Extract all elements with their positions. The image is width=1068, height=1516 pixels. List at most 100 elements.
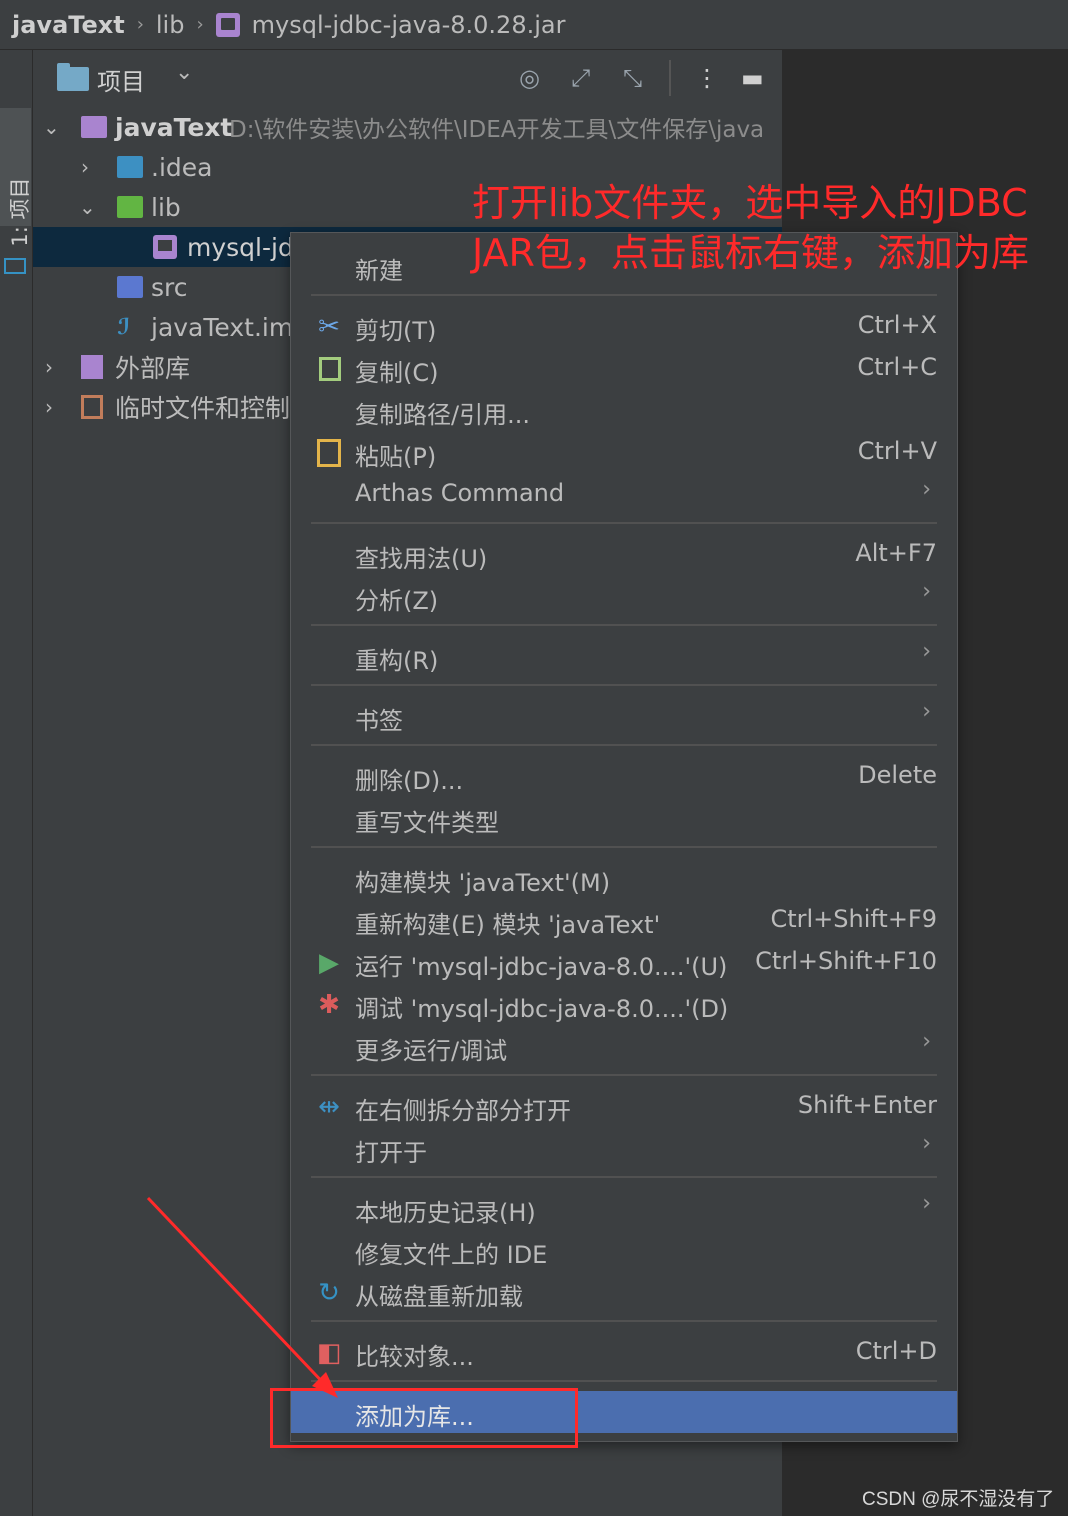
jar-icon bbox=[153, 235, 177, 259]
menu-label: 比较对象... bbox=[355, 1343, 474, 1371]
menu-item-repair-ide[interactable]: 修复文件上的 IDE bbox=[291, 1229, 957, 1271]
menu-label: 从磁盘重新加载 bbox=[355, 1283, 523, 1311]
target-icon[interactable]: ◎ bbox=[519, 64, 540, 92]
collapse-icon[interactable]: ⤡ bbox=[623, 64, 642, 92]
chevron-right-icon[interactable]: › bbox=[45, 395, 53, 419]
menu-separator bbox=[311, 294, 937, 296]
menu-label: 分析(Z) bbox=[355, 587, 439, 615]
menu-label: 重新构建(E) 模块 'javaText' bbox=[355, 911, 661, 939]
menu-separator bbox=[311, 684, 937, 686]
menu-item-arthas[interactable]: Arthas Command › bbox=[291, 473, 957, 515]
idea-folder-icon bbox=[117, 156, 143, 178]
library-folder-icon bbox=[117, 196, 143, 218]
breadcrumb-project[interactable]: javaText bbox=[12, 11, 125, 39]
monitor-icon bbox=[4, 258, 26, 274]
menu-item-more-run[interactable]: 更多运行/调试 › bbox=[291, 1025, 957, 1067]
menu-label: 新建 bbox=[355, 257, 403, 285]
menu-item-analyze[interactable]: 分析(Z) › bbox=[291, 575, 957, 617]
menu-label: 重写文件类型 bbox=[355, 809, 499, 837]
menu-item-bookmarks[interactable]: 书签 › bbox=[291, 695, 957, 737]
menu-label: 调试 'mysql-jdbc-java-8.0....'(D) bbox=[355, 995, 729, 1023]
chevron-right-icon[interactable]: › bbox=[81, 155, 89, 179]
chevron-right-icon: › bbox=[922, 639, 931, 664]
expand-icon[interactable]: ⤢ bbox=[571, 64, 590, 92]
context-menu: 新建 › ✂ 剪切(T) Ctrl+X 复制(C) Ctrl+C 复制路径/引用… bbox=[290, 232, 958, 1442]
menu-label: 在右侧拆分部分打开 bbox=[355, 1097, 571, 1125]
menu-item-refactor[interactable]: 重构(R) › bbox=[291, 635, 957, 677]
menu-item-override-type[interactable]: 重写文件类型 bbox=[291, 797, 957, 839]
annotation-line-1: 打开lib文件夹，选中导入的JDBC bbox=[472, 181, 1028, 225]
source-folder-icon bbox=[117, 276, 143, 298]
minimize-icon[interactable]: ▬ bbox=[741, 64, 764, 92]
menu-item-debug[interactable]: ✱ 调试 'mysql-jdbc-java-8.0....'(D) bbox=[291, 983, 957, 1025]
chevron-right-icon: › bbox=[922, 1131, 931, 1156]
run-icon: ▶ bbox=[319, 948, 339, 978]
menu-item-split-open[interactable]: ⇹ 在右侧拆分部分打开 Shift+Enter bbox=[291, 1085, 957, 1127]
menu-separator bbox=[311, 522, 937, 524]
chevron-right-icon: › bbox=[922, 699, 931, 724]
menu-separator bbox=[311, 1380, 937, 1382]
menu-item-find-usages[interactable]: 查找用法(U) Alt+F7 bbox=[291, 533, 957, 575]
menu-separator bbox=[311, 1320, 937, 1322]
menu-label: 构建模块 'javaText'(M) bbox=[355, 869, 611, 897]
menu-label: 书签 bbox=[355, 707, 403, 735]
split-icon: ⇹ bbox=[318, 1092, 340, 1122]
menu-item-delete[interactable]: 删除(D)... Delete bbox=[291, 755, 957, 797]
tool-window-stripe: 1: 项目 bbox=[0, 50, 33, 1516]
chevron-right-icon: › bbox=[922, 579, 931, 604]
menu-item-compare[interactable]: ◧ 比较对象... Ctrl+D bbox=[291, 1331, 957, 1373]
menu-item-copy[interactable]: 复制(C) Ctrl+C bbox=[291, 347, 957, 389]
menu-item-run[interactable]: ▶ 运行 'mysql-jdbc-java-8.0....'(U) Ctrl+S… bbox=[291, 941, 957, 983]
folder-icon bbox=[57, 63, 89, 91]
tree-row-root[interactable]: ⌄ javaText D:\软件安装\办公软件\IDEA开发工具\文件保存\ja… bbox=[33, 107, 782, 147]
annotation-text: 打开lib文件夹，选中导入的JDBC JAR包，点击鼠标右键，添加为库 bbox=[472, 178, 1052, 278]
menu-item-rebuild-module[interactable]: 重新构建(E) 模块 'javaText' Ctrl+Shift+F9 bbox=[291, 899, 957, 941]
breadcrumb-file[interactable]: mysql-jdbc-java-8.0.28.jar bbox=[252, 11, 566, 39]
scratch-icon bbox=[81, 395, 103, 419]
menu-label: 删除(D)... bbox=[355, 767, 464, 795]
tree-label-src: src bbox=[151, 272, 188, 302]
menu-shortcut: Ctrl+Shift+F10 bbox=[755, 947, 937, 975]
menu-label: 打开于 bbox=[355, 1139, 427, 1167]
menu-item-paste[interactable]: 粘贴(P) Ctrl+V bbox=[291, 431, 957, 473]
chevron-right-icon: › bbox=[922, 1029, 931, 1054]
more-icon[interactable]: ⋮ bbox=[695, 64, 719, 92]
chevron-down-icon[interactable]: ⌄ bbox=[175, 60, 193, 85]
menu-shortcut: Shift+Enter bbox=[797, 1091, 937, 1119]
menu-shortcut: Ctrl+C bbox=[857, 353, 937, 381]
jar-icon bbox=[215, 12, 240, 37]
menu-separator bbox=[311, 624, 937, 626]
menu-item-cut[interactable]: ✂ 剪切(T) Ctrl+X bbox=[291, 305, 957, 347]
breadcrumb: javaText › lib › mysql-jdbc-java-8.0.28.… bbox=[0, 0, 1068, 50]
menu-shortcut: Ctrl+X bbox=[857, 311, 937, 339]
tree-label-lib: lib bbox=[151, 192, 181, 222]
annotation-arrow bbox=[146, 1196, 338, 1398]
menu-item-build-module[interactable]: 构建模块 'javaText'(M) bbox=[291, 857, 957, 899]
menu-item-reload[interactable]: ↻ 从磁盘重新加载 bbox=[291, 1271, 957, 1313]
menu-separator bbox=[311, 846, 937, 848]
menu-shortcut: Ctrl+Shift+F9 bbox=[770, 905, 937, 933]
menu-item-open-in[interactable]: 打开于 › bbox=[291, 1127, 957, 1169]
chevron-down-icon[interactable]: ⌄ bbox=[79, 195, 96, 219]
chevron-down-icon[interactable]: ⌄ bbox=[43, 115, 60, 139]
tree-label-external: 外部库 bbox=[115, 354, 191, 383]
annotation-line-2: JAR包，点击鼠标右键，添加为库 bbox=[472, 231, 1029, 275]
menu-item-local-history[interactable]: 本地历史记录(H) › bbox=[291, 1187, 957, 1229]
menu-item-copy-path[interactable]: 复制路径/引用... bbox=[291, 389, 957, 431]
menu-label: Arthas Command bbox=[355, 479, 565, 507]
tree-label-jar: mysql-jdl bbox=[187, 232, 301, 262]
project-tool-tab[interactable]: 1: 项目 bbox=[0, 108, 32, 274]
menu-label: 重构(R) bbox=[355, 647, 439, 675]
chevron-right-icon: › bbox=[922, 1191, 931, 1216]
chevron-right-icon[interactable]: › bbox=[45, 355, 53, 379]
chevron-right-icon: › bbox=[922, 477, 931, 502]
tree-label-scratch: 临时文件和控制台 bbox=[115, 394, 316, 423]
menu-separator bbox=[311, 1074, 937, 1076]
project-tool-label: 1: 项目 bbox=[8, 177, 32, 247]
bug-icon: ✱ bbox=[318, 990, 340, 1020]
menu-label: 复制路径/引用... bbox=[355, 401, 530, 429]
menu-label: 剪切(T) bbox=[355, 317, 437, 345]
header-divider bbox=[669, 60, 671, 96]
panel-title[interactable]: 项目 bbox=[97, 62, 145, 97]
breadcrumb-folder[interactable]: lib bbox=[156, 11, 185, 39]
